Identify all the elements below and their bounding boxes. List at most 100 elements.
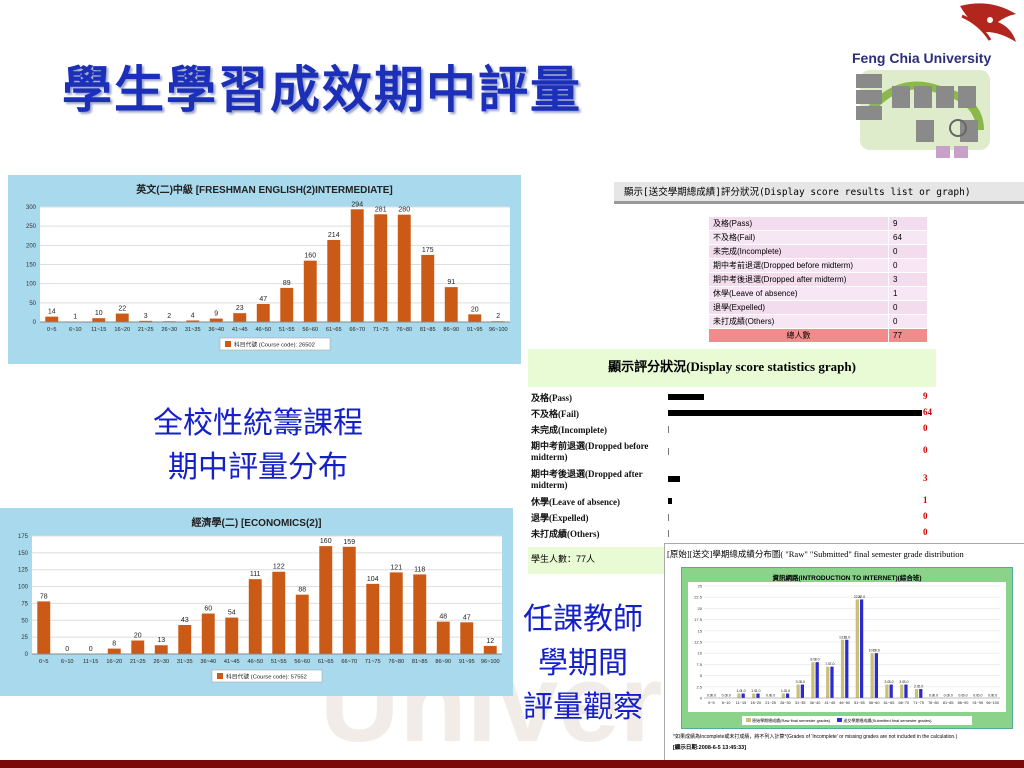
score-table: 及格(Pass) 9 不及格(Fail) 64 未完成(Incomplete) 0 期中考前… — [708, 216, 928, 343]
data-label: 7.0 — [829, 662, 834, 666]
y-tick-label: 25 — [21, 635, 28, 641]
data-label: 1.0 — [755, 689, 760, 693]
stat-bar — [668, 514, 669, 521]
bar — [752, 693, 756, 698]
stat-graph-footer: 學生人數：77人 — [531, 554, 596, 564]
data-label: 0.0 — [711, 694, 716, 698]
stat-row-value: 0 — [923, 511, 928, 521]
bar — [295, 594, 309, 654]
grade-plot-bg: 0 2.5 5 7.5 10 12.5 15 17.5 20 22.5 25 0.0 0.0 0~5 0.0… — [688, 582, 1006, 712]
x-tick-label: 91~95 — [459, 659, 475, 665]
data-label: 91 — [447, 279, 455, 286]
grade-chart-box: 資訊網路(INTRODUCTION TO INTERNET)(綜合班) 0 2.5… — [681, 567, 1013, 729]
x-tick-label: 36~40 — [208, 327, 224, 333]
data-label: 1 — [73, 314, 77, 321]
score-row-label: 休學(Leave of absence) — [708, 286, 889, 301]
data-label: 23 — [236, 305, 244, 312]
y-tick-label: 25 — [698, 584, 703, 589]
data-label: 118 — [414, 566, 425, 573]
data-label: 111 — [250, 571, 261, 578]
y-tick-label: 0 — [33, 320, 37, 326]
score-row-label: 及格(Pass) — [708, 216, 889, 231]
x-tick-label: 61~65 — [884, 701, 895, 705]
stat-graph-area: 及格(Pass) 9 不及格(Fail) 64 未完成(Incomplete) 0 期中考前… — [528, 387, 936, 547]
y-tick-label: 22.5 — [694, 595, 703, 600]
score-row-value: 0 — [888, 258, 928, 273]
bar — [889, 684, 893, 698]
data-label: 88 — [298, 587, 306, 594]
x-tick-label: 76~80 — [928, 701, 939, 705]
x-tick-label: 51~55 — [279, 327, 295, 333]
bar — [115, 313, 129, 322]
x-tick-label: 41~45 — [224, 659, 240, 665]
bar — [796, 684, 800, 698]
score-row-value: 1 — [888, 286, 928, 301]
bar — [256, 303, 270, 322]
data-label: 122 — [273, 564, 285, 571]
y-tick-label: 150 — [18, 551, 29, 557]
y-tick-label: 100 — [18, 585, 29, 591]
x-tick-label: 56~60 — [869, 701, 880, 705]
stat-bar — [668, 476, 680, 482]
side-caption-1: 全校性統籌課程 期中評量分布 — [118, 402, 398, 490]
bar — [840, 639, 845, 698]
data-label: 0.0 — [726, 694, 731, 698]
data-label: 159 — [343, 539, 355, 546]
bar — [826, 666, 830, 698]
side-caption-line: 任課教師 — [523, 602, 643, 637]
grade-dist-note: *如果成績為Incomplete或未打成績，將不列入計算*(Grades of … — [673, 734, 958, 740]
bar — [303, 260, 317, 322]
bar — [201, 613, 215, 654]
bar — [436, 621, 450, 654]
data-label: 0.0 — [948, 694, 953, 698]
data-label: 14 — [48, 309, 56, 316]
bar — [342, 546, 356, 654]
x-tick-label: 81~85 — [943, 701, 954, 705]
x-tick-label: 31~35 — [795, 701, 806, 705]
bar — [741, 693, 745, 698]
y-tick-label: 12.5 — [694, 640, 703, 645]
data-label: 13.0 — [843, 635, 850, 639]
bar — [107, 648, 121, 654]
bar — [350, 209, 364, 322]
bar — [870, 653, 874, 698]
score-row: 休學(Leave of absence) 1 — [708, 286, 928, 301]
data-label: 47 — [259, 296, 267, 303]
chart-title: 英文(二)中級 [FRESHMAN ENGLISH(2)INTERMEDIATE… — [136, 185, 393, 196]
legend-swatch — [217, 673, 223, 679]
x-tick-label: 21~25 — [138, 327, 154, 333]
score-row: 未打成績(Others) 0 — [708, 314, 928, 329]
x-tick-label: 36~40 — [200, 659, 216, 665]
y-tick-label: 200 — [26, 243, 37, 249]
data-label: 3.0 — [903, 680, 908, 684]
economics-chart-panel: 經濟學(二) [ECONOMICS(2)] 0 25 50 75 100 125 150 17… — [0, 508, 513, 696]
score-row: 不及格(Fail) 64 — [708, 230, 928, 245]
bar — [904, 684, 908, 698]
data-label: 22 — [118, 306, 126, 313]
stat-bar — [668, 530, 669, 537]
y-tick-label: 20 — [698, 606, 703, 611]
x-tick-label: 61~65 — [326, 327, 342, 333]
stat-row-value: 0 — [923, 527, 928, 537]
score-row-value: 0 — [888, 300, 928, 315]
score-row: 未完成(Incomplete) 0 — [708, 244, 928, 259]
score-row-value: 3 — [888, 272, 928, 287]
score-row: 退學(Expelled) 0 — [708, 300, 928, 315]
x-tick-label: 6~10 — [61, 659, 74, 665]
data-label: 43 — [181, 617, 189, 624]
data-label: 0 — [89, 646, 93, 653]
score-row-label: 未打成績(Others) — [708, 314, 889, 329]
score-total-label: 總人數 — [708, 328, 889, 343]
y-tick-label: 100 — [26, 282, 37, 288]
x-tick-label: 41~45 — [824, 701, 835, 705]
stat-row-value: 3 — [923, 473, 928, 483]
data-label: 20 — [134, 633, 142, 640]
bar — [225, 617, 239, 654]
legend-swatch-raw — [746, 718, 751, 722]
data-label: 12 — [486, 638, 494, 645]
y-tick-label: 2.5 — [696, 684, 702, 689]
bar — [859, 599, 864, 698]
stat-row-label: 期中考前退選(Dropped before midterm) — [531, 441, 649, 462]
bar — [233, 313, 247, 322]
x-tick-label: 26~30 — [153, 659, 169, 665]
